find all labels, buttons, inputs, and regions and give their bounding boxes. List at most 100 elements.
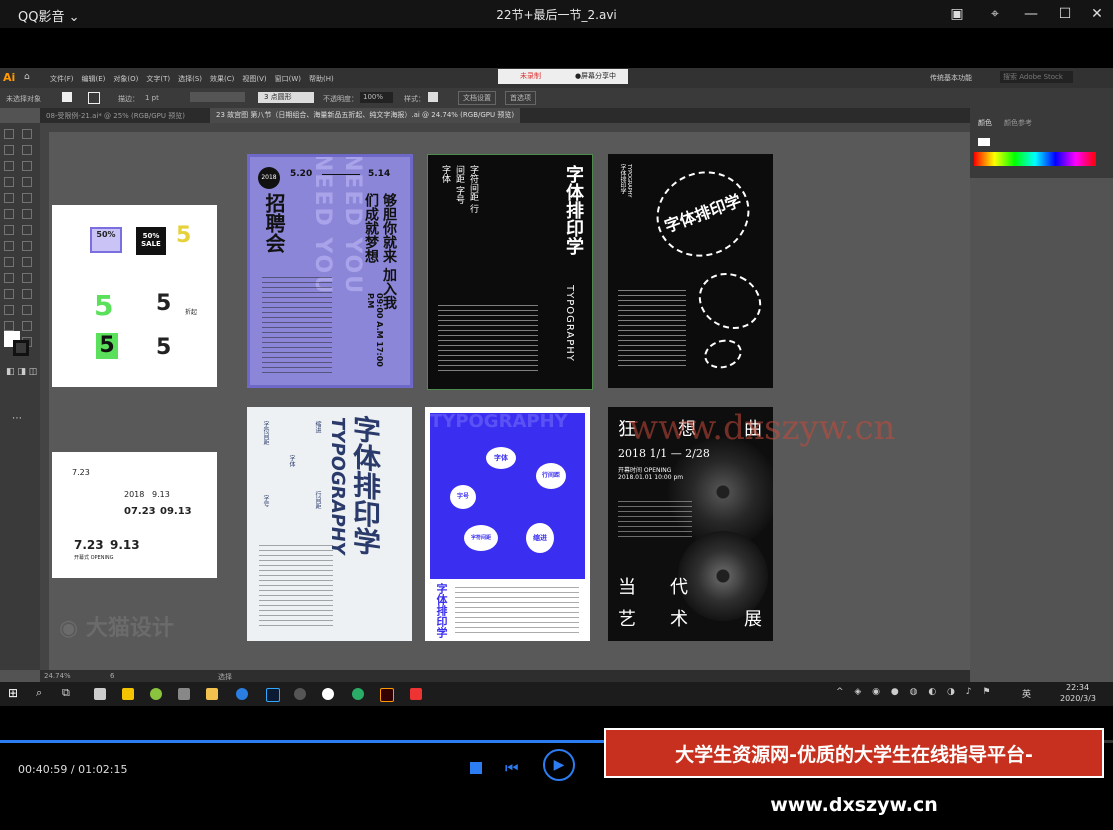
stroke-weight-field[interactable]: 1 pt: [145, 94, 159, 102]
eraser-tool-icon[interactable]: [22, 209, 32, 219]
magic-wand-tool-icon[interactable]: [4, 145, 14, 155]
doc-tab-1[interactable]: 08-受限例-21.ai* @ 25% (RGB/GPU 预览): [46, 111, 185, 121]
menu-window[interactable]: 窗口(W): [275, 74, 301, 84]
more-tools-icon[interactable]: ⋯: [12, 413, 22, 424]
artboard-recruitment-poster[interactable]: NEED YOU NEED YOU 2018 5.20 5.14 招聘会 够胆你…: [247, 154, 413, 388]
calculator-icon[interactable]: [94, 688, 106, 700]
menu-file[interactable]: 文件(F): [50, 74, 74, 84]
rotate-tool-icon[interactable]: [4, 225, 14, 235]
search-icon[interactable]: ⌕: [36, 686, 42, 700]
color-spectrum[interactable]: [974, 152, 1096, 166]
variable-width-profile[interactable]: [190, 92, 245, 102]
promo-banner: 大学生资源网-优质的大学生在线指导平台-www.dxszyw.cn: [604, 728, 1104, 816]
drawing-modes-icon[interactable]: ◧ ◨ ◫: [6, 367, 37, 377]
system-tray-icons[interactable]: ^ ◈ ◉ ● ◍ ◐ ◑ ♪ ⚑: [836, 687, 994, 697]
lasso-tool-icon[interactable]: [22, 145, 32, 155]
line-tool-icon[interactable]: [22, 177, 32, 187]
rectangle-tool-icon[interactable]: [4, 193, 14, 203]
menu-help[interactable]: 帮助(H): [309, 74, 334, 84]
direct-selection-tool-icon[interactable]: [22, 129, 32, 139]
menu-select[interactable]: 选择(S): [178, 74, 202, 84]
eyedropper-tool-icon[interactable]: [4, 289, 14, 299]
file-explorer-icon[interactable]: [206, 688, 218, 700]
workspace-switcher[interactable]: 传统基本功能: [930, 73, 972, 83]
stroke-color-box[interactable]: [13, 340, 29, 356]
input-language[interactable]: 英: [1022, 687, 1031, 700]
play-button[interactable]: ▶: [543, 749, 575, 781]
app-icon-circle[interactable]: [294, 688, 306, 700]
gradient-tool-icon[interactable]: [22, 273, 32, 283]
stroke-swatch[interactable]: [88, 92, 100, 104]
graphic-style-swatch[interactable]: [428, 92, 438, 102]
five-black-2: 5: [156, 335, 172, 360]
artboard-typography-light[interactable]: 字体排印学 TYPOGRAPHY 字符间距 缩进 字体 行间距 字号: [247, 407, 412, 641]
slice-tool-icon[interactable]: [22, 321, 32, 331]
menu-view[interactable]: 视图(V): [242, 74, 266, 84]
screenshot-icon[interactable]: ▣: [946, 4, 968, 24]
close-button[interactable]: ✕: [1086, 4, 1108, 24]
app-icon-gray[interactable]: [178, 688, 190, 700]
shaper-tool-icon[interactable]: [4, 209, 14, 219]
color-swatch-white[interactable]: [978, 138, 990, 146]
stock-search-input[interactable]: 搜索 Adobe Stock: [1000, 71, 1073, 83]
menu-type[interactable]: 文字(T): [146, 74, 170, 84]
brush-definition[interactable]: 3 点圆形: [258, 92, 314, 103]
artboard-dates[interactable]: 7.23 2018 9.13 07.23 09.13 7.23 9.13 开幕式…: [52, 452, 217, 578]
zoom-level[interactable]: 24.74%: [44, 672, 71, 680]
color-guide-tab[interactable]: 颜色参考: [1004, 118, 1032, 128]
typography-vertical-cn: 字体排印学: [563, 165, 584, 255]
artboard-sale-tags[interactable]: 50% 50% SALE 5 5 5 5 5 折起: [52, 205, 217, 387]
mesh-tool-icon[interactable]: [4, 273, 14, 283]
artboard-blue-bubbles[interactable]: TYPOGRAPHY 字体 行间距 字号 字符间距 缩进 字体排印学: [425, 407, 590, 641]
color-tab[interactable]: 颜色: [978, 118, 992, 128]
previous-button[interactable]: ⏮: [505, 759, 519, 777]
blend-tool-icon[interactable]: [22, 289, 32, 299]
menu-effect[interactable]: 效果(C): [210, 74, 234, 84]
doc-tab-2[interactable]: 23 故宫图 第八节（日期组合、海量新品五折起、纯文字海报）.ai @ 24.7…: [210, 108, 521, 123]
illustrator-icon[interactable]: [380, 688, 394, 702]
curvature-tool-icon[interactable]: [22, 161, 32, 171]
width-tool-icon[interactable]: [4, 241, 14, 251]
type-tool-icon[interactable]: [4, 177, 14, 187]
document-setup-button[interactable]: 文档设置: [458, 91, 496, 105]
home-icon[interactable]: ⌂: [24, 72, 30, 82]
shape-builder-tool-icon[interactable]: [4, 257, 14, 267]
scale-tool-icon[interactable]: [22, 225, 32, 235]
not-recording-tab[interactable]: 未录制: [498, 69, 563, 84]
graph-tool-icon[interactable]: [22, 305, 32, 315]
sticky-notes-icon[interactable]: [122, 688, 134, 700]
free-transform-tool-icon[interactable]: [22, 241, 32, 251]
opacity-field[interactable]: 100%: [360, 92, 393, 103]
artboard-typography-black[interactable]: 字体排印学 TYPOGRAPHY 字符间距 行间距 字号 字体: [427, 154, 593, 390]
chrome-icon[interactable]: [322, 688, 334, 700]
artboard-ring-text[interactable]: 字体排印学 TYPOGRAPHY 字体排印学: [608, 154, 773, 388]
windows-start-icon[interactable]: ⊞: [8, 686, 18, 700]
year-label: 2018: [124, 490, 145, 499]
app-icon-red[interactable]: [410, 688, 422, 700]
stop-button[interactable]: [470, 762, 482, 774]
artboard-number[interactable]: 6: [110, 672, 114, 680]
artboard-canvas[interactable]: 50% 50% SALE 5 5 5 5 5 折起 7.23 2018 9.13…: [49, 132, 970, 670]
paintbrush-tool-icon[interactable]: [22, 193, 32, 203]
browser-icon[interactable]: [236, 688, 248, 700]
menu-object[interactable]: 对象(O): [113, 74, 138, 84]
clock-date[interactable]: 2020/3/3: [1060, 694, 1096, 703]
control-bar: 未选择对象 描边： 1 pt 3 点圆形 不透明度： 100% 样式： 文档设置…: [0, 88, 1113, 108]
perspective-tool-icon[interactable]: [22, 257, 32, 267]
artboard-tool-icon[interactable]: [4, 321, 14, 331]
preferences-button[interactable]: 首选项: [505, 91, 536, 105]
menu-edit[interactable]: 编辑(E): [82, 74, 106, 84]
fill-swatch[interactable]: [62, 92, 72, 102]
symbol-sprayer-tool-icon[interactable]: [4, 305, 14, 315]
pen-tool-icon[interactable]: [4, 161, 14, 171]
minimize-button[interactable]: —: [1020, 4, 1042, 24]
app-icon-green[interactable]: [150, 688, 162, 700]
photoshop-icon[interactable]: [266, 688, 280, 702]
pin-icon[interactable]: ⌖: [984, 4, 1006, 24]
task-view-icon[interactable]: ⧉: [62, 686, 70, 700]
wechat-icon[interactable]: [352, 688, 364, 700]
selection-tool-icon[interactable]: [4, 129, 14, 139]
screen-share-tab[interactable]: ●屏幕分享中: [563, 69, 628, 84]
maximize-button[interactable]: ☐: [1054, 4, 1076, 24]
clock-time[interactable]: 22:34: [1066, 683, 1089, 692]
